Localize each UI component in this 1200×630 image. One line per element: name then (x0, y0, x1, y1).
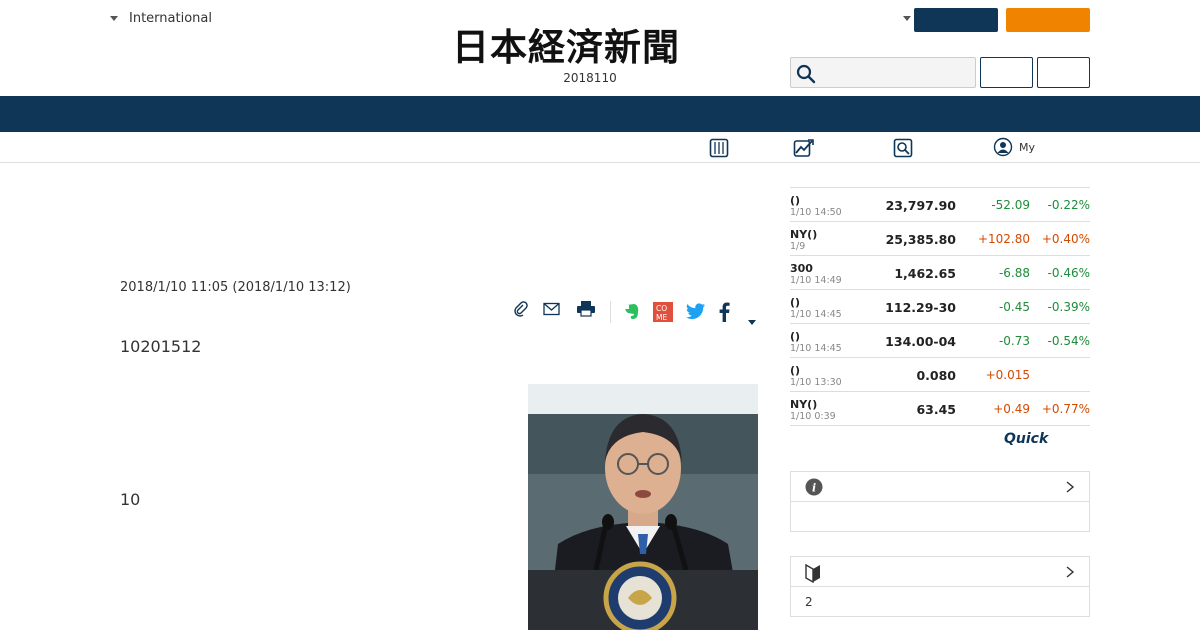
beginner-mark-icon (805, 563, 821, 587)
market-row[interactable]: NY() 1/10 0:39 63.45 +0.49 +0.77% (790, 392, 1090, 426)
info-box-body (791, 502, 1089, 532)
trial-button[interactable] (1006, 8, 1090, 32)
mail-icon[interactable] (543, 301, 560, 320)
market-row[interactable]: () 1/10 14:45 134.00-04 -0.73 -0.54% (790, 324, 1090, 358)
print-icon[interactable] (576, 300, 596, 321)
chevron-right-icon (1065, 564, 1075, 583)
market-value: 112.29-30 (885, 300, 956, 315)
twitter-icon[interactable] (686, 303, 706, 324)
market-row[interactable]: () 1/10 14:45 112.29-30 -0.45 -0.39% (790, 290, 1090, 324)
login-button[interactable] (980, 57, 1033, 88)
market-value: 0.080 (916, 368, 956, 383)
market-percent: -0.39% (1047, 300, 1090, 314)
market-time: 1/9 (790, 241, 806, 252)
market-name: () (790, 364, 801, 377)
beginner-box-header[interactable] (791, 557, 1089, 587)
market-data-table: () 1/10 14:50 23,797.90 -52.09 -0.22% NY… (790, 187, 1090, 426)
svg-text:i: i (812, 482, 816, 495)
market-change: -52.09 (991, 198, 1030, 212)
beginner-box-text: 2 (805, 595, 813, 609)
quick-logo[interactable]: Quick (1004, 431, 1048, 447)
newspaper-icon[interactable] (709, 138, 729, 162)
facebook-icon[interactable] (718, 302, 730, 326)
comment-icon[interactable]: CO ME (653, 302, 673, 326)
site-header: International 日本経済新聞 2018110 (0, 0, 1200, 96)
info-box-header[interactable]: i (791, 472, 1089, 502)
chart-icon[interactable] (793, 138, 815, 162)
register-button[interactable] (1037, 57, 1090, 88)
market-value: 23,797.90 (885, 198, 956, 213)
market-time: 1/10 14:45 (790, 343, 842, 354)
edition-label: International (129, 11, 212, 26)
market-time: 1/10 14:45 (790, 309, 842, 320)
toolbar-divider (610, 301, 611, 323)
beginner-box-body: 2 (791, 587, 1089, 617)
market-time: 1/10 0:39 (790, 411, 836, 422)
search-box-icon[interactable] (893, 138, 913, 162)
article-timestamp: 2018/1/10 11:05 (2018/1/10 13:12) (120, 280, 351, 295)
market-change: +0.015 (985, 368, 1030, 382)
main-navigation (0, 96, 1200, 132)
market-change: +102.80 (977, 232, 1030, 246)
market-time: 1/10 14:49 (790, 275, 842, 286)
market-value: 1,462.65 (894, 266, 956, 281)
market-name: NY() (790, 228, 818, 241)
chevron-right-icon (1065, 479, 1075, 498)
market-name: NY() (790, 398, 818, 411)
market-name: () (790, 330, 801, 343)
svg-text:CO: CO (656, 304, 667, 313)
market-percent: -0.46% (1047, 266, 1090, 280)
edition-selector[interactable]: International (110, 11, 212, 26)
subscribe-button[interactable] (914, 8, 998, 32)
clip-icon[interactable] (513, 301, 529, 321)
market-change: -6.88 (998, 266, 1030, 280)
market-time: 1/10 13:30 (790, 377, 842, 388)
article-paragraph: 10 (120, 490, 141, 509)
market-row[interactable]: NY() 1/9 25,385.80 +102.80 +0.40% (790, 222, 1090, 256)
search-icon (796, 64, 816, 84)
market-row[interactable]: 300 1/10 14:49 1,462.65 -6.88 -0.46% (790, 256, 1090, 290)
more-caret-icon[interactable] (748, 310, 756, 329)
market-value: 134.00-04 (885, 334, 956, 349)
site-logo[interactable]: 日本経済新聞 (452, 25, 752, 69)
search-input[interactable] (790, 57, 976, 88)
sub-navigation: My (0, 132, 1200, 163)
market-percent: +0.40% (1041, 232, 1090, 246)
market-name: 300 (790, 262, 813, 275)
market-value: 63.45 (916, 402, 956, 417)
market-name: () (790, 194, 801, 207)
article-photo[interactable] (528, 384, 758, 630)
caret-down-icon (110, 16, 118, 21)
caret-down-icon[interactable] (903, 16, 911, 21)
my-page-link[interactable]: My (993, 137, 1035, 157)
svg-text:ME: ME (656, 313, 667, 322)
market-value: 25,385.80 (885, 232, 956, 247)
my-label: My (1019, 140, 1036, 154)
market-row[interactable]: () 1/10 13:30 0.080 +0.015 (790, 358, 1090, 392)
evernote-icon[interactable] (623, 302, 641, 326)
market-row[interactable]: () 1/10 14:50 23,797.90 -52.09 -0.22% (790, 188, 1090, 222)
info-box: i (790, 471, 1090, 532)
share-toolbar: CO ME (510, 299, 760, 327)
user-icon (993, 137, 1013, 157)
market-change: -0.45 (998, 300, 1030, 314)
market-percent: -0.22% (1047, 198, 1090, 212)
market-change: -0.73 (998, 334, 1030, 348)
market-percent: -0.54% (1047, 334, 1090, 348)
issue-date: 2018110 (563, 71, 617, 85)
market-name: () (790, 296, 801, 309)
info-icon: i (805, 478, 823, 500)
market-percent: +0.77% (1041, 402, 1090, 416)
market-change: +0.49 (993, 402, 1030, 416)
beginner-box: 2 (790, 556, 1090, 617)
article-lead: 10201512 (120, 337, 202, 356)
market-time: 1/10 14:50 (790, 207, 842, 218)
